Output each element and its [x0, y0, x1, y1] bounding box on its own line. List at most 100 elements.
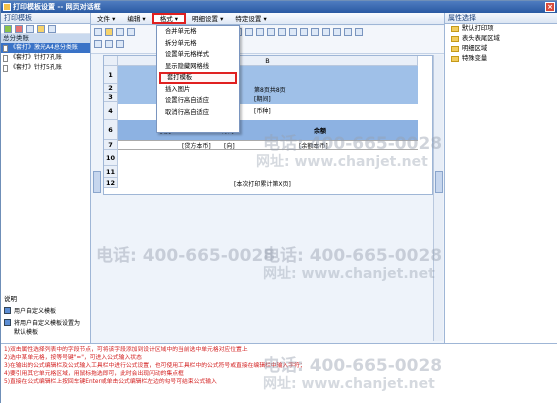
corner-cell — [104, 56, 118, 66]
description-row: 将用户自定义模板设置为默认模板 — [4, 318, 88, 336]
row-number[interactable]: 12 — [104, 178, 118, 188]
underline-icon[interactable] — [289, 28, 297, 36]
folder-icon — [451, 56, 459, 62]
cell-style-item[interactable]: 设置单元格样式 — [157, 49, 239, 61]
description-text: 用户自定义模板 — [14, 308, 57, 315]
row-number[interactable]: 7 — [104, 140, 118, 150]
formula-icon[interactable] — [116, 40, 124, 48]
template-item[interactable]: 《套打》针打7孔账 — [1, 53, 90, 63]
new-icon[interactable] — [94, 28, 102, 36]
collapse-left-button[interactable] — [93, 171, 101, 193]
grid-icon[interactable] — [355, 28, 363, 36]
row-number[interactable]: 1 — [104, 66, 118, 84]
window-title: 打印模板设置 -- 网页对话框 — [13, 3, 101, 11]
watermark-phone: 电话: 400-665-0028 — [263, 246, 443, 266]
template-label: 《套打》针打5孔账 — [10, 64, 62, 71]
color-icon[interactable] — [322, 28, 330, 36]
date-cell[interactable]: [期间] — [254, 94, 271, 103]
property-node[interactable]: 表头表尾区域 — [445, 34, 557, 44]
credit-amount-cell[interactable]: [贷方本币] — [182, 141, 211, 150]
fill-icon[interactable] — [333, 28, 341, 36]
title-bar: 打印模板设置 -- 网页对话框 × — [1, 1, 557, 13]
instruction-line: 1)双击属性选择列表中的字段节点，可将该字段添加到设计区域中的当前选中单元格对应… — [4, 347, 248, 353]
bold-icon[interactable] — [267, 28, 275, 36]
font-icon[interactable] — [344, 28, 352, 36]
tree-head[interactable]: 总分类账 — [1, 34, 90, 43]
default-template-icon — [4, 319, 11, 326]
page-info-cell[interactable]: 第8页共8页 — [254, 85, 286, 94]
balance-header[interactable]: 余额 — [314, 126, 326, 135]
watermark-site: 网址: www.chanjet.net — [263, 266, 435, 282]
dialog-window: 打印模板设置 -- 网页对话框 × 打印模板 总分类账 《套打》激光A4总分类账… — [0, 0, 557, 404]
document-icon — [3, 44, 8, 52]
document-icon — [3, 54, 8, 62]
instructions-box: 1)双击属性选择列表中的字段节点，可将该字段添加到设计区域中的当前选中单元格对应… — [1, 343, 557, 404]
description-title: 说明 — [4, 295, 17, 303]
property-node[interactable]: 默认打印项 — [445, 24, 557, 34]
image-icon[interactable] — [105, 40, 113, 48]
property-node[interactable]: 特殊变量 — [445, 54, 557, 64]
split-cells-item[interactable]: 拆分单元格 — [157, 38, 239, 50]
design-sheet[interactable]: B 1 2 3 4 6 7 10 11 12 第8页共8页 [期间] [币种] … — [103, 55, 433, 195]
row-number[interactable]: 10 — [104, 150, 118, 166]
sum-icon[interactable] — [94, 40, 102, 48]
close-button[interactable]: × — [545, 2, 555, 12]
user-template-icon — [4, 307, 11, 314]
instruction-line: 2)选中某单元格，按等号键"="，可进入公式输入状态 — [4, 355, 142, 361]
cancel-auto-row-height-item[interactable]: 取消行高自适应 — [157, 107, 239, 119]
row-number[interactable]: 6 — [104, 120, 118, 140]
instruction-line: 5)直接在公式编辑栏上按回车键Enter或单击公式编辑栏左边的勾号可结束公式输入 — [4, 379, 217, 385]
add-icon[interactable] — [4, 25, 12, 33]
delete-icon[interactable] — [15, 25, 23, 33]
print-icon[interactable] — [127, 28, 135, 36]
format-toolbar — [91, 26, 444, 54]
template-panel: 打印模板 总分类账 《套打》激光A4总分类账 《套打》针打7孔账 《套打》针打5… — [1, 13, 91, 343]
template-label: 《套打》针打7孔账 — [10, 54, 62, 61]
menu-format[interactable]: 格式 ▾ — [151, 13, 187, 24]
footer-cell[interactable]: [本次打印累计第X页] — [234, 179, 291, 188]
align-center-icon[interactable] — [245, 28, 253, 36]
save-icon[interactable] — [37, 25, 45, 33]
border-icon[interactable] — [300, 28, 308, 36]
collapse-right-button[interactable] — [435, 171, 443, 193]
template-item[interactable]: 《套打》针打5孔账 — [1, 63, 90, 73]
overprint-template-item[interactable]: 套打模板 — [159, 72, 237, 84]
template-label: 《套打》激光A4总分类账 — [10, 44, 78, 51]
property-label: 特殊变量 — [462, 55, 488, 62]
property-label: 表头表尾区域 — [462, 35, 500, 42]
folder-icon — [451, 36, 459, 42]
merge-icon[interactable] — [311, 28, 319, 36]
copy-icon[interactable] — [26, 25, 34, 33]
row-number[interactable]: 2 — [104, 84, 118, 93]
print-icon[interactable] — [48, 25, 56, 33]
template-item[interactable]: 《套打》激光A4总分类账 — [1, 43, 90, 53]
detail-row[interactable] — [118, 140, 418, 150]
row-number[interactable]: 11 — [104, 166, 118, 178]
property-node[interactable]: 明细区域 — [445, 44, 557, 54]
folder-icon — [451, 46, 459, 52]
app-icon — [3, 3, 11, 11]
menu-special-settings[interactable]: 特定设置 ▾ — [229, 13, 272, 24]
align-right-icon[interactable] — [256, 28, 264, 36]
row-number[interactable]: 3 — [104, 93, 118, 102]
italic-icon[interactable] — [278, 28, 286, 36]
save-icon[interactable] — [116, 28, 124, 36]
merge-cells-item[interactable]: 合并单元格 — [157, 26, 239, 38]
balance-amount-cell[interactable]: [余额本币] — [299, 141, 328, 150]
insert-image-item[interactable]: 插入图片 — [157, 84, 239, 96]
toggle-gridlines-item[interactable]: 显示隐藏网格线 — [157, 61, 239, 73]
direction-cell[interactable]: [向] — [224, 141, 235, 150]
description-text: 将用户自定义模板设置为默认模板 — [14, 320, 81, 336]
document-icon — [3, 64, 8, 72]
row-number[interactable]: 4 — [104, 102, 118, 120]
property-panel-title: 属性选择 — [445, 13, 557, 24]
auto-row-height-item[interactable]: 设置行高自适应 — [157, 95, 239, 107]
open-icon[interactable] — [105, 28, 113, 36]
format-dropdown-menu: 合并单元格 拆分单元格 设置单元格样式 显示隐藏网格线 套打模板 插入图片 设置… — [156, 25, 240, 133]
menu-detail-settings[interactable]: 明细设置 ▾ — [186, 13, 229, 24]
menu-edit[interactable]: 编辑 ▾ — [121, 13, 151, 24]
vertical-scrollbar[interactable] — [433, 55, 443, 341]
menu-file[interactable]: 文件 ▾ — [91, 13, 121, 24]
currency-cell[interactable]: [币种] — [254, 106, 271, 115]
instruction-line: 3)在输出的公式编辑栏及公式输入工具栏中进行公式设置，也可使用工具栏中的公式符号… — [4, 363, 306, 369]
